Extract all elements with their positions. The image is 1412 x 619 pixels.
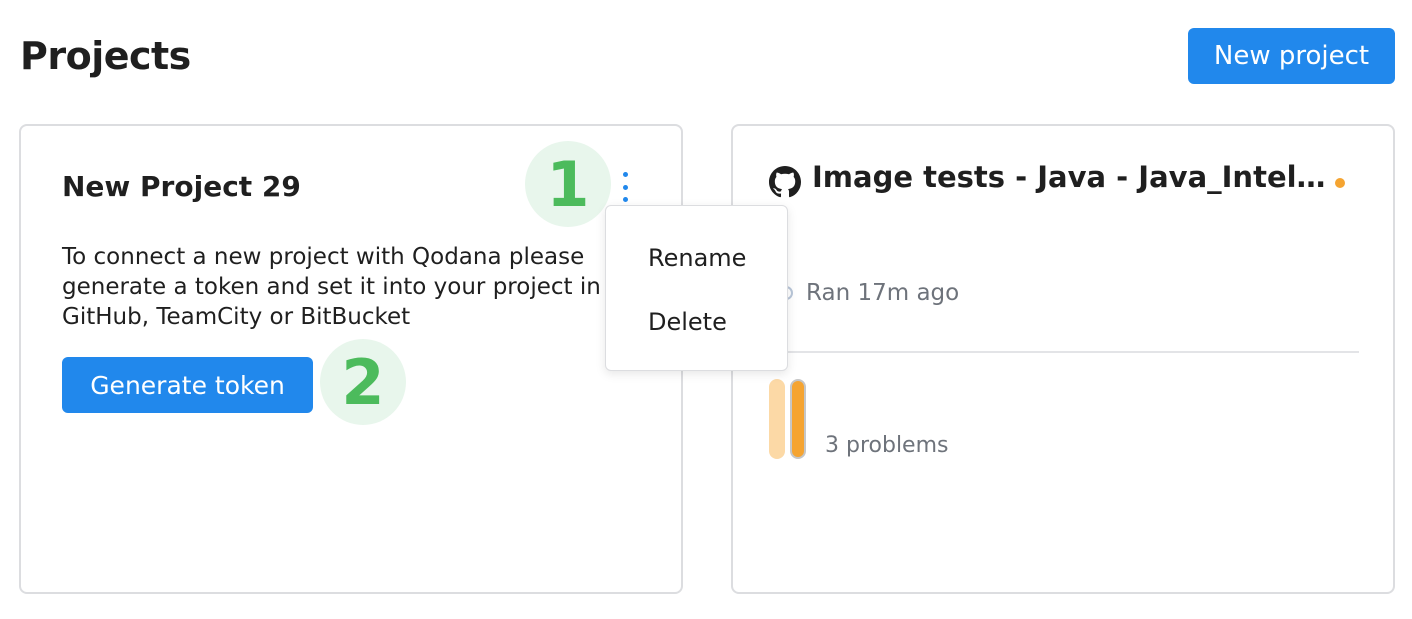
- problems-bar-moderate: [790, 379, 806, 459]
- github-icon: [769, 166, 801, 198]
- project-description: To connect a new project with Qodana ple…: [62, 244, 601, 330]
- last-run-text: Ran 17m ago: [806, 280, 960, 306]
- step-badge-2: 2: [320, 339, 406, 425]
- menu-item-delete[interactable]: Delete: [648, 308, 727, 336]
- problems-count: 3 problems: [825, 433, 949, 458]
- problems-bar-low: [769, 379, 785, 459]
- new-project-button[interactable]: New project: [1188, 28, 1395, 84]
- kebab-dot: [622, 184, 628, 190]
- page-title: Projects: [20, 34, 191, 78]
- more-options-icon[interactable]: [619, 172, 631, 202]
- status-dot: [1335, 178, 1345, 188]
- step-badge-1: 1: [525, 141, 611, 227]
- project-title: New Project 29: [62, 170, 301, 203]
- project-title[interactable]: Image tests - Java - Java_Intellij...: [812, 160, 1332, 194]
- project-context-menu: Rename Delete: [605, 205, 788, 371]
- generate-token-button[interactable]: Generate token: [62, 357, 313, 413]
- kebab-dot: [622, 172, 628, 177]
- project-card-image-tests[interactable]: Image tests - Java - Java_Intellij... Ra…: [731, 124, 1395, 594]
- menu-item-rename[interactable]: Rename: [648, 244, 746, 272]
- divider: [769, 351, 1359, 353]
- kebab-dot: [622, 197, 628, 202]
